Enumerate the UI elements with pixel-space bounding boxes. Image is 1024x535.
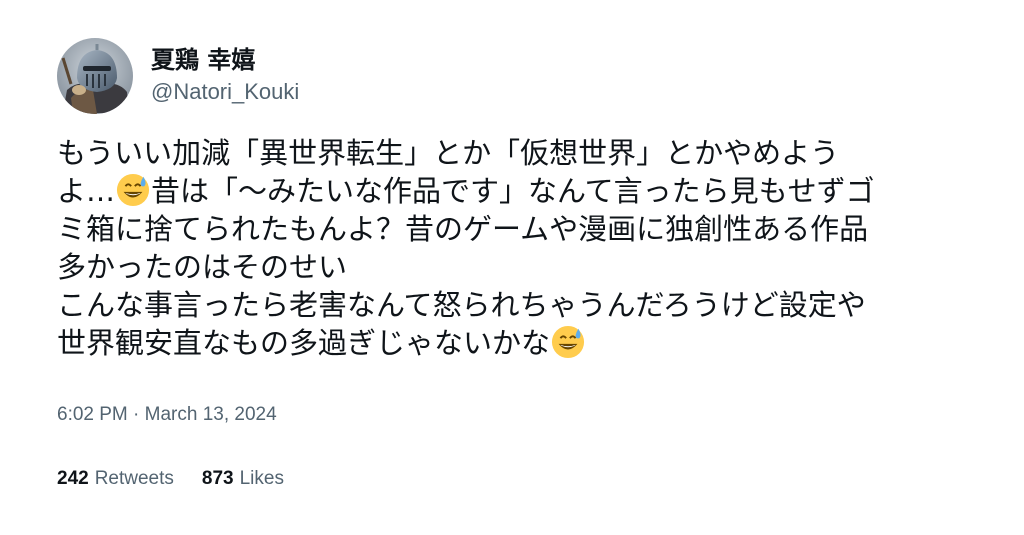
author-names: 夏鶏 幸嬉 @Natori_Kouki bbox=[151, 45, 299, 107]
avatar[interactable] bbox=[57, 38, 133, 114]
tweet-line: こんな事言ったら老害なんて怒られちゃうんだろうけど設定や bbox=[57, 288, 866, 322]
tweet-card: 夏鶏 幸嬉 @Natori_Kouki もういい加減「異世界転生」とか「仮想世界… bbox=[57, 38, 957, 489]
retweets-stat[interactable]: 242 Retweets bbox=[57, 468, 174, 490]
knight-helmet-avatar-icon bbox=[57, 38, 133, 114]
tweet-line: もういい加減「異世界転生」とか「仮想世界」とかやめよう bbox=[57, 136, 840, 170]
tweet-line: 世界観安直なもの多過ぎじゃないかな bbox=[57, 324, 957, 362]
user-handle[interactable]: @Natori_Kouki bbox=[151, 77, 299, 107]
grinning-face-with-sweat-icon bbox=[551, 325, 585, 359]
tweet-line: ミ箱に捨てられたもんよ？昔のゲームや漫画に独創性ある作品 bbox=[57, 212, 869, 246]
likes-label: Likes bbox=[239, 468, 284, 489]
retweets-count: 242 bbox=[57, 468, 89, 489]
tweet-line: よ… 昔は「〜みたいな作品です」なんて言ったら見もせずゴ bbox=[57, 172, 957, 210]
tweet-stats: 242 Retweets 873 Likes bbox=[57, 468, 284, 490]
grinning-face-with-sweat-icon bbox=[116, 173, 150, 207]
tweet-text: もういい加減「異世界転生」とか「仮想世界」とかやめよう よ… 昔は「〜みたいな作品… bbox=[57, 134, 957, 362]
tweet-header: 夏鶏 幸嬉 @Natori_Kouki bbox=[57, 38, 957, 114]
likes-count: 873 bbox=[201, 468, 234, 489]
tweet-line-text: よ… bbox=[57, 174, 116, 208]
tweet-line-text: 昔は「〜みたいな作品です」なんて言ったら見もせずゴ bbox=[151, 174, 875, 208]
tweet-timestamp[interactable]: 6:02 PM · March 13, 2024 bbox=[57, 404, 277, 426]
tweet-line-text: 世界観安直なもの多過ぎじゃないかな bbox=[57, 326, 551, 360]
retweets-label: Retweets bbox=[94, 468, 174, 489]
tweet-line: 多かったのはそのせい bbox=[57, 250, 348, 284]
likes-stat[interactable]: 873 Likes bbox=[202, 468, 284, 490]
display-name[interactable]: 夏鶏 幸嬉 bbox=[151, 45, 299, 75]
